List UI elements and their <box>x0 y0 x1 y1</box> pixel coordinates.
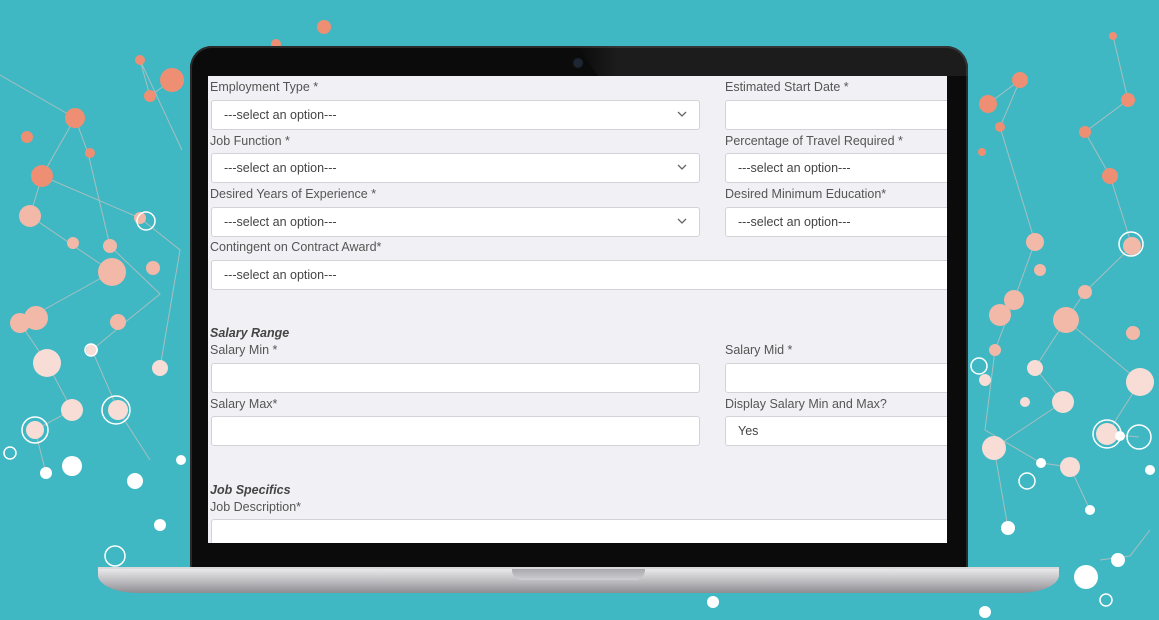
screen-glare <box>578 46 968 76</box>
education-select[interactable]: ---select an option--- <box>725 207 947 237</box>
travel-value: ---select an option--- <box>738 161 851 175</box>
education-label: Desired Minimum Education* <box>725 187 887 201</box>
job-function-label: Job Function * <box>210 134 290 148</box>
job-description-textarea[interactable] <box>211 519 947 543</box>
chevron-down-icon <box>677 164 687 170</box>
webcam <box>574 59 582 67</box>
contingent-value: ---select an option--- <box>224 268 337 282</box>
job-function-select[interactable]: ---select an option--- <box>211 153 700 183</box>
employment-type-select[interactable]: ---select an option--- <box>211 100 700 130</box>
contingent-select[interactable]: ---select an option--- <box>211 260 947 290</box>
employment-type-value: ---select an option--- <box>224 108 337 122</box>
experience-label: Desired Years of Experience * <box>210 187 377 201</box>
salary-min-input[interactable] <box>211 363 700 393</box>
form-screen: Employment Type * Estimated Start Date *… <box>208 76 947 543</box>
employment-type-label: Employment Type * <box>210 80 319 94</box>
salary-mid-label: Salary Mid * <box>725 343 793 357</box>
job-specifics-heading: Job Specifics <box>210 483 291 497</box>
chevron-down-icon <box>677 111 687 117</box>
salary-range-heading: Salary Range <box>210 326 290 340</box>
experience-value: ---select an option--- <box>224 215 337 229</box>
salary-mid-input[interactable] <box>725 363 947 393</box>
chevron-down-icon <box>677 218 687 224</box>
display-salary-select[interactable]: Yes <box>725 416 947 446</box>
display-salary-label: Display Salary Min and Max? <box>725 397 887 411</box>
estimated-start-label: Estimated Start Date * <box>725 80 849 94</box>
travel-select[interactable]: ---select an option--- <box>725 153 947 183</box>
display-salary-value: Yes <box>738 424 759 438</box>
job-description-label: Job Description* <box>210 500 302 514</box>
experience-select[interactable]: ---select an option--- <box>211 207 700 237</box>
laptop-notch <box>512 569 645 580</box>
contingent-label: Contingent on Contract Award* <box>210 240 382 254</box>
travel-label: Percentage of Travel Required * <box>725 134 903 148</box>
salary-max-label: Salary Max* <box>210 397 278 411</box>
job-function-value: ---select an option--- <box>224 161 337 175</box>
estimated-start-input[interactable] <box>725 100 947 130</box>
education-value: ---select an option--- <box>738 215 851 229</box>
salary-min-label: Salary Min * <box>210 343 278 357</box>
salary-max-input[interactable] <box>211 416 700 446</box>
